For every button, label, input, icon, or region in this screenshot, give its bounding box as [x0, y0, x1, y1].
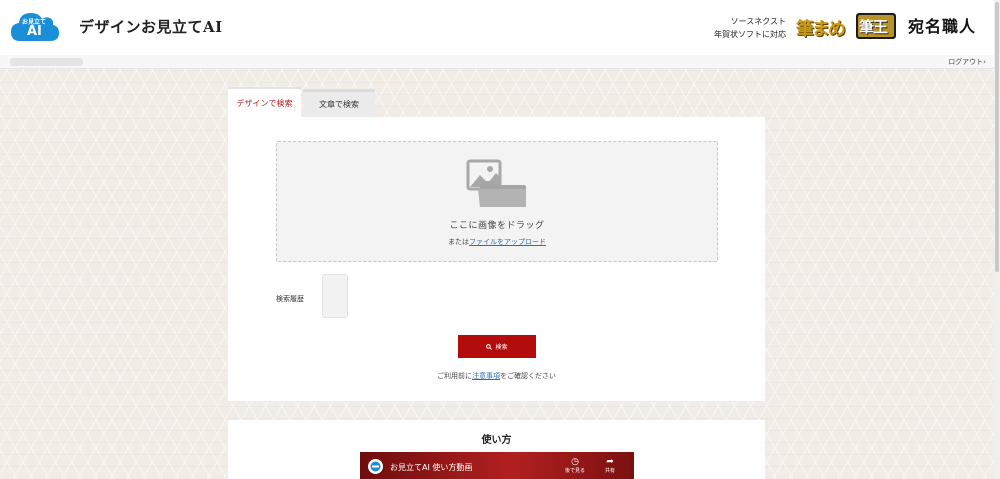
page-scrollbar[interactable] [994, 0, 1000, 479]
share-label: 共有 [604, 468, 615, 474]
channel-avatar-icon[interactable] [368, 459, 383, 474]
search-button-label: 検索 [495, 345, 508, 351]
tutorial-video[interactable]: お見立てAI 使い方動画 ◷ 後で見る ➦ 共有 [360, 452, 634, 479]
promo-text: ソースネクスト 年賀状ソフトに対応 [694, 15, 786, 41]
brand-atenashokunin[interactable]: 宛名職人 [908, 13, 976, 37]
tab-design-search[interactable]: デザインで検索 [228, 87, 301, 117]
search-panel: ここに画像をドラッグ またはファイルをアップロード 検索履歴 検索 ご利用前に注… [228, 117, 765, 401]
fudemame-logo[interactable]: 筆まめ [796, 9, 846, 45]
brand-fudeoh: 筆王 [859, 18, 888, 36]
notice-suffix: をご確認ください [500, 372, 556, 380]
watch-later-button[interactable]: ◷ 後で見る [561, 457, 589, 474]
search-history-label: 検索履歴 [276, 295, 304, 303]
search-history-thumbnail[interactable] [322, 274, 348, 318]
share-arrow-icon: ➦ [606, 457, 614, 467]
tab-text-search[interactable]: 文章で検索 [303, 89, 375, 117]
drop-instruction: ここに画像をドラッグ [449, 221, 545, 231]
usage-notice: ご利用前に注意事項をご確認ください [228, 371, 765, 381]
watch-later-label: 後で見る [564, 468, 585, 474]
site-title: デザインお見立てAI [79, 18, 223, 36]
clock-icon: ◷ [571, 457, 579, 467]
promo-area: ソースネクスト 年賀状ソフトに対応 筆まめ 筆王 宛名職人 [694, 0, 994, 55]
image-folder-icon [466, 159, 526, 207]
upload-alt-text: またはファイルをアップロード [277, 237, 717, 247]
how-to-title: 使い方 [481, 435, 512, 446]
scrollbar-thumb[interactable] [995, 2, 999, 272]
site-header: お見立て AI デザインお見立てAI ソースネクスト 年賀状ソフトに対応 筆まめ… [0, 0, 994, 55]
promo-line2: 年賀状ソフトに対応 [714, 30, 786, 39]
brand-fudemame: 筆まめ [796, 19, 846, 40]
logo-text-bottom: AI [27, 24, 42, 39]
promo-line1: ソースネクスト [730, 17, 786, 26]
logout-link[interactable]: ログアウト› [948, 57, 986, 67]
video-title[interactable]: お見立てAI 使い方動画 [390, 462, 472, 473]
sub-navigation-bar: ログアウト› [0, 55, 994, 69]
terms-link[interactable]: 注意事項 [472, 372, 500, 380]
cloud-logo-icon[interactable]: お見立て AI [10, 9, 60, 43]
search-icon [486, 343, 493, 350]
user-info-placeholder [10, 58, 83, 66]
notice-prefix: ご利用前に [437, 372, 472, 380]
how-to-panel: 使い方 お見立てAI 使い方動画 ◷ 後で見る ➦ 共有 [228, 420, 765, 479]
fudeoh-logo[interactable]: 筆王 [856, 13, 896, 39]
share-button[interactable]: ➦ 共有 [596, 457, 624, 474]
file-upload-link[interactable]: ファイルをアップロード [469, 238, 546, 246]
upload-prefix: または [448, 238, 469, 246]
image-drop-zone[interactable]: ここに画像をドラッグ またはファイルをアップロード [276, 141, 718, 262]
search-button[interactable]: 検索 [458, 335, 536, 358]
